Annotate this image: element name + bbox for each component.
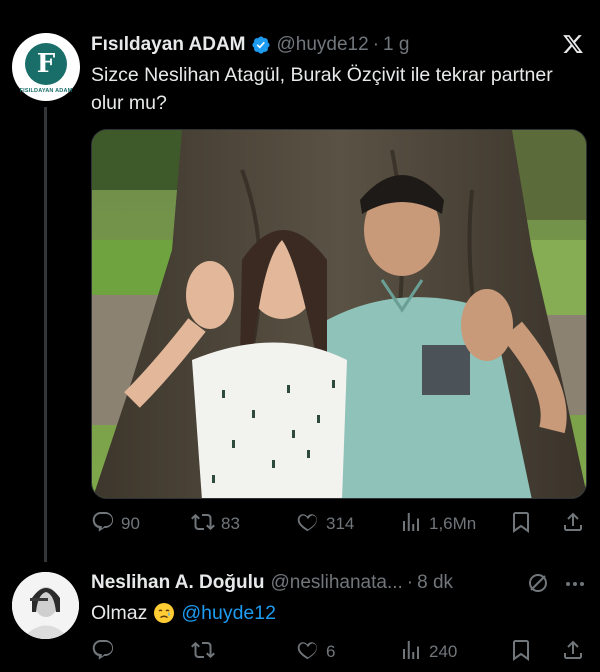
separator-dot: ·	[372, 34, 380, 55]
reply-icon	[91, 638, 115, 667]
top-strip	[0, 0, 600, 8]
like-count: 314	[326, 514, 355, 533]
author-avatar[interactable]: F FISILDAYAN ADAM	[12, 33, 80, 101]
logo-text: FISILDAYAN ADAM	[19, 87, 73, 94]
share-icon	[561, 510, 585, 539]
reply-text-row: Olmaz @huyde12	[91, 599, 276, 627]
mute-icon[interactable]	[526, 571, 550, 595]
thread-line	[44, 107, 47, 562]
reply-header: Neslihan A. Doğulu @neslihanata... · 8 d…	[91, 570, 453, 596]
retweet-icon	[191, 638, 215, 667]
bookmark-icon	[509, 510, 533, 539]
retweet-count: 83	[221, 514, 240, 533]
reply-button[interactable]: 90	[91, 509, 140, 539]
views-icon	[399, 638, 423, 667]
bookmark-button[interactable]	[509, 509, 533, 539]
reply-author-avatar[interactable]	[12, 572, 79, 639]
reply-time[interactable]: 8 dk	[417, 572, 453, 594]
reply-like-count: 6	[326, 642, 336, 661]
tweet-actions: 90 83 314 1,6Mn	[91, 509, 587, 539]
heart-icon	[296, 510, 320, 539]
logo-letter: F	[36, 48, 56, 79]
reply-text: Olmaz	[91, 602, 148, 624]
views-button[interactable]: 1,6Mn	[399, 509, 476, 539]
reply-count: 90	[121, 514, 140, 533]
crying-face-emoji-icon	[153, 602, 175, 624]
reply-retweet-button[interactable]	[191, 637, 221, 667]
author-handle[interactable]: @huyde12	[277, 34, 369, 56]
reply-like-button[interactable]: 6	[296, 637, 335, 667]
more-options-icon[interactable]	[563, 572, 587, 596]
verified-badge-icon	[251, 35, 271, 55]
tweet-text: Sizce Neslihan Atagül, Burak Özçivit ile…	[91, 64, 553, 114]
mention-link[interactable]: @huyde12	[181, 599, 276, 627]
retweet-button[interactable]: 83	[191, 509, 240, 539]
views-count: 1,6Mn	[429, 514, 477, 533]
reply-icon	[91, 510, 115, 539]
x-logo-icon[interactable]	[561, 33, 585, 55]
reply-author-handle[interactable]: @neslihanata...	[270, 572, 402, 594]
reply-bookmark-button[interactable]	[509, 637, 533, 667]
tweet-header: Fısıldayan ADAM @huyde12 · 1 g	[91, 32, 409, 58]
reply-share-button[interactable]	[561, 637, 585, 667]
bookmark-icon	[509, 638, 533, 667]
heart-icon	[296, 638, 320, 667]
reply-views-count: 240	[429, 642, 458, 661]
like-button[interactable]: 314	[296, 509, 354, 539]
tweet-time[interactable]: 1 g	[383, 34, 409, 56]
share-icon	[561, 638, 585, 667]
retweet-icon	[191, 510, 215, 539]
author-name[interactable]: Fısıldayan ADAM	[91, 34, 246, 56]
logo-icon: F	[25, 42, 67, 85]
share-button[interactable]	[561, 509, 585, 539]
reply-reply-button[interactable]	[91, 637, 121, 667]
reply-views-button[interactable]: 240	[399, 637, 457, 667]
tweet-photo[interactable]	[91, 129, 587, 499]
views-icon	[399, 510, 423, 539]
separator-dot: ·	[406, 572, 414, 593]
reply-author-name[interactable]: Neslihan A. Doğulu	[91, 572, 264, 594]
reply-actions: 6 240	[91, 637, 587, 667]
